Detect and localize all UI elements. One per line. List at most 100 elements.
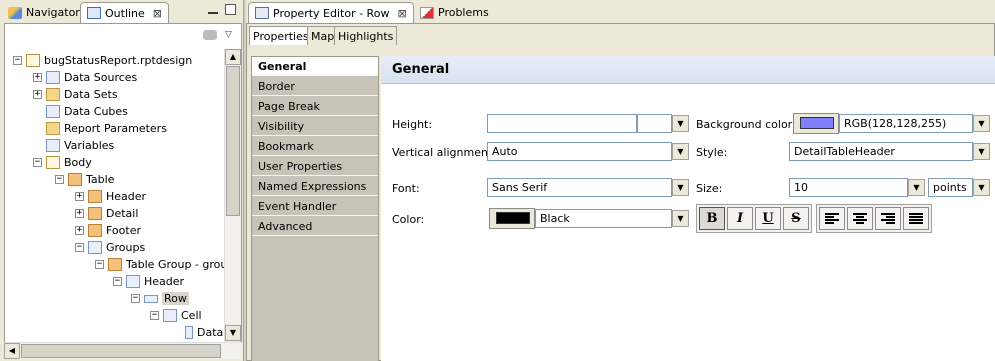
tree-node-header[interactable]: + Header	[75, 188, 146, 205]
collapse-icon[interactable]: −	[75, 243, 84, 252]
tab-problems[interactable]: Problems	[414, 2, 495, 23]
data-sets-icon	[46, 88, 60, 101]
chevron-down-icon[interactable]: ▼	[672, 143, 689, 160]
category-bookmark[interactable]: Bookmark	[252, 137, 378, 156]
align-right-button[interactable]	[875, 207, 901, 230]
expand-icon[interactable]: +	[33, 90, 42, 99]
size-unit-combo[interactable]: points	[928, 178, 973, 197]
tree-node-groups[interactable]: − Groups	[75, 239, 145, 256]
align-center-icon	[853, 212, 867, 225]
category-named-expressions[interactable]: Named Expressions	[252, 177, 378, 196]
vertical-alignment-label: Vertical alignment:	[392, 146, 496, 159]
tab-property-editor[interactable]: Property Editor - Row ⊠	[248, 2, 414, 23]
chevron-down-icon[interactable]: ▼	[672, 179, 689, 196]
category-list: General Border Page Break Visibility Boo…	[251, 56, 379, 361]
tree-node-report-parameters[interactable]: Report Parameters	[46, 120, 167, 137]
expand-icon[interactable]: +	[33, 73, 42, 82]
tab-navigator-label: Navigator	[26, 6, 80, 19]
height-unit-combo[interactable]	[637, 114, 672, 133]
collapse-icon[interactable]: −	[33, 158, 42, 167]
category-label: Page Break	[258, 99, 320, 113]
font-color-combo[interactable]: Black	[535, 209, 672, 228]
height-input[interactable]	[487, 114, 637, 133]
tree-horizontal-scrollbar[interactable]: ◀	[4, 342, 242, 359]
scroll-down-icon[interactable]: ▼	[225, 325, 241, 341]
category-event-handler[interactable]: Event Handler	[252, 197, 378, 216]
italic-button[interactable]: I	[727, 207, 753, 230]
close-icon[interactable]: ⊠	[153, 7, 162, 20]
tab-navigator[interactable]: Navigator	[2, 2, 86, 23]
size-combo[interactable]: 10	[789, 178, 908, 197]
tree-node-footer[interactable]: + Footer	[75, 222, 141, 239]
tree-node-variables[interactable]: Variables	[46, 137, 114, 154]
tree-vertical-scrollbar[interactable]: ▲ ▼	[224, 49, 241, 342]
group-header-icon	[126, 275, 140, 288]
tree-node-detail[interactable]: + Detail	[75, 205, 138, 222]
bold-button[interactable]: B	[699, 207, 725, 230]
collapse-icon[interactable]: −	[95, 260, 104, 269]
chevron-down-icon[interactable]: ▼	[973, 143, 990, 160]
tree-node-table-group[interactable]: − Table Group - groupE	[95, 256, 225, 273]
tree-node-data-cubes[interactable]: Data Cubes	[46, 103, 128, 120]
align-left-button[interactable]	[819, 207, 845, 230]
chevron-down-icon[interactable]: ▼	[908, 179, 925, 196]
tree-node-group-header[interactable]: − Header	[113, 273, 184, 290]
tab-outline[interactable]: Outline ⊠	[80, 2, 170, 23]
expand-icon[interactable]: +	[75, 192, 84, 201]
vertical-alignment-combo[interactable]: Auto	[487, 142, 672, 161]
chevron-down-icon[interactable]: ▼	[672, 115, 689, 132]
category-user-properties[interactable]: User Properties	[252, 157, 378, 176]
style-combo[interactable]: DetailTableHeader	[789, 142, 973, 161]
collapse-icon[interactable]: −	[55, 175, 64, 184]
expand-icon[interactable]: +	[75, 209, 84, 218]
align-center-button[interactable]	[847, 207, 873, 230]
strikethrough-button[interactable]: S	[783, 207, 809, 230]
collapse-icon[interactable]: −	[113, 277, 122, 286]
scroll-left-icon[interactable]: ◀	[4, 343, 20, 359]
scroll-thumb[interactable]	[226, 66, 240, 216]
tree-node-cell[interactable]: − Cell	[150, 307, 202, 324]
tree-node-label: Detail	[106, 207, 139, 220]
collapse-icon[interactable]: −	[131, 294, 140, 303]
outline-icon	[87, 7, 101, 19]
underline-button[interactable]: U	[755, 207, 781, 230]
collapse-icon[interactable]: −	[13, 56, 22, 65]
tree-node-label: Header	[144, 275, 185, 288]
align-left-icon	[825, 212, 839, 225]
category-page-break[interactable]: Page Break	[252, 97, 378, 116]
subtab-properties[interactable]: Properties	[249, 26, 313, 45]
subtab-highlights[interactable]: Highlights	[334, 26, 398, 45]
font-color-swatch	[496, 212, 530, 224]
expand-icon[interactable]: +	[75, 226, 84, 235]
align-justify-button[interactable]	[903, 207, 929, 230]
category-advanced[interactable]: Advanced	[252, 217, 378, 236]
category-visibility[interactable]: Visibility	[252, 117, 378, 136]
size-label: Size:	[696, 182, 723, 195]
background-color-combo[interactable]: RGB(128,128,255)	[839, 114, 973, 133]
chevron-down-icon[interactable]: ▼	[973, 115, 990, 132]
view-menu-icon[interactable]: ▽	[225, 30, 232, 40]
minimize-icon[interactable]	[208, 8, 218, 14]
tree-node-data-sets[interactable]: + Data Sets	[33, 86, 118, 103]
close-icon[interactable]: ⊠	[397, 7, 406, 20]
tree-node-data-sources[interactable]: + Data Sources	[33, 69, 137, 86]
subtab-label: Properties	[253, 29, 309, 43]
category-border[interactable]: Border	[252, 77, 378, 96]
scroll-up-icon[interactable]: ▲	[225, 49, 241, 65]
category-general[interactable]: General	[252, 57, 378, 76]
font-combo[interactable]: Sans Serif	[487, 178, 672, 197]
tab-property-editor-label: Property Editor - Row	[273, 6, 390, 20]
tree-node-data[interactable]: Data	[185, 324, 223, 341]
background-color-button[interactable]	[793, 113, 839, 134]
scroll-thumb[interactable]	[21, 344, 221, 358]
font-color-button[interactable]	[489, 208, 535, 229]
collapse-icon[interactable]: −	[150, 311, 159, 320]
tree-node-report[interactable]: − bugStatusReport.rptdesign	[13, 52, 192, 69]
tree-node-row[interactable]: − Row	[131, 290, 189, 307]
tree-node-table[interactable]: − Table	[55, 171, 114, 188]
tree-node-body[interactable]: − Body	[33, 154, 92, 171]
sync-icon[interactable]	[203, 30, 217, 40]
chevron-down-icon[interactable]: ▼	[672, 210, 689, 227]
chevron-down-icon[interactable]: ▼	[973, 179, 990, 196]
maximize-icon[interactable]	[225, 4, 236, 15]
